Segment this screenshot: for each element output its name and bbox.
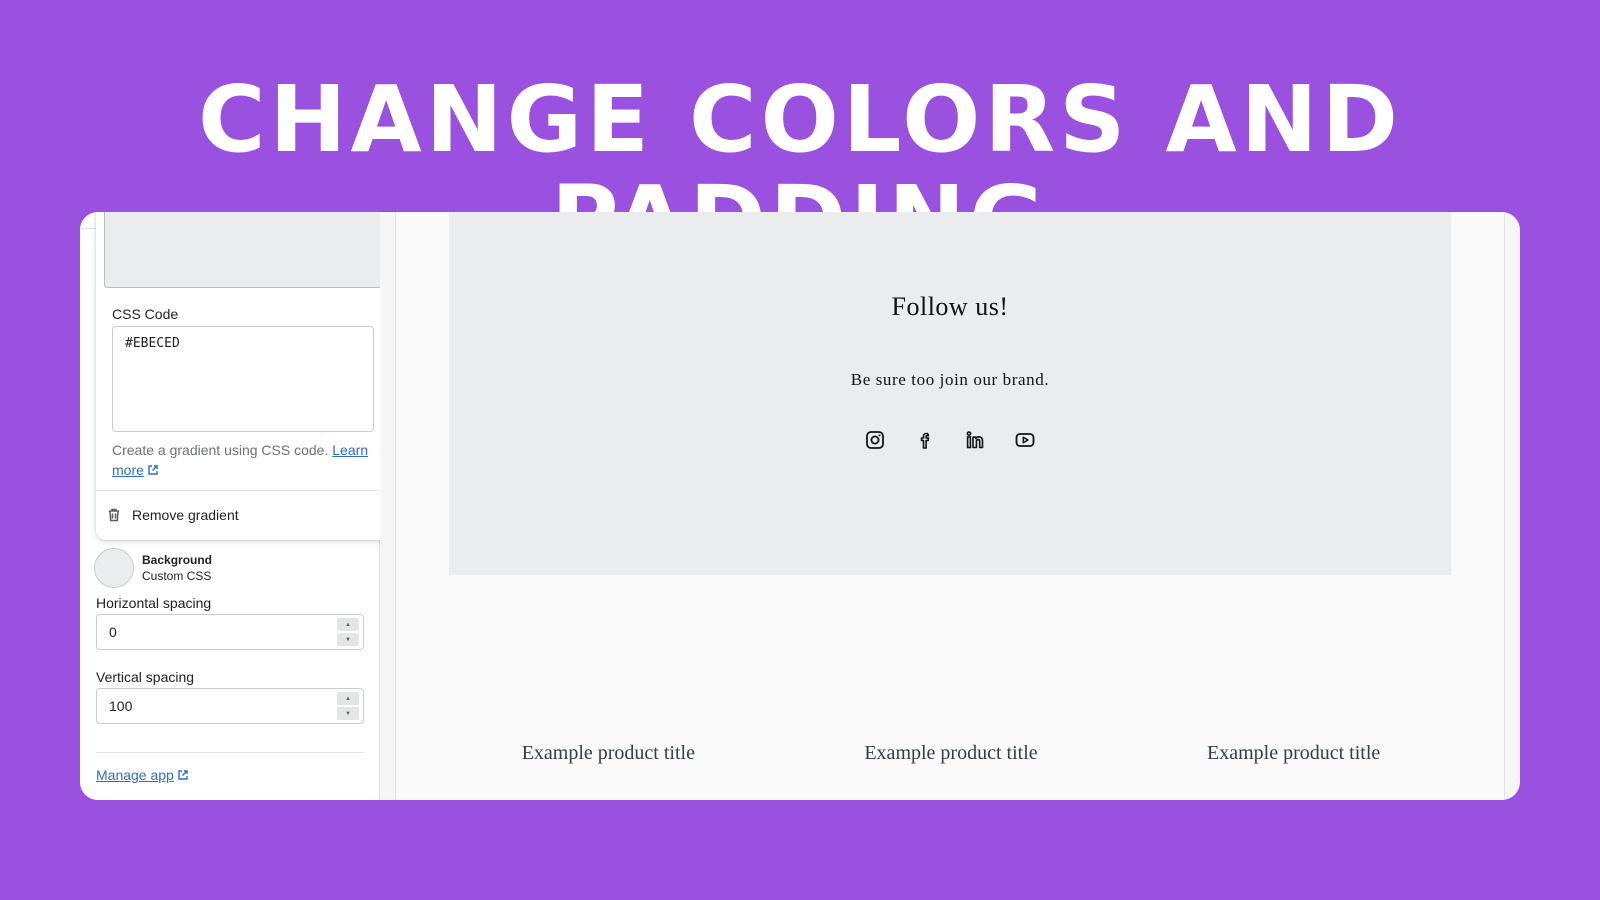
divider: [1504, 212, 1505, 800]
vertical-spacing-label: Vertical spacing: [96, 669, 195, 685]
vertical-spacing-input[interactable]: [97, 698, 317, 714]
decrement-button[interactable]: ▼: [337, 707, 359, 720]
decrement-button[interactable]: ▼: [337, 633, 359, 646]
remove-gradient-button[interactable]: Remove gradient: [106, 498, 239, 532]
app-frame: CSS Code #EBECED Create a gradient using…: [80, 212, 1520, 800]
follow-us-section[interactable]: Follow us! Be sure too join our brand.: [449, 212, 1451, 575]
manage-app-link[interactable]: Manage app: [96, 767, 189, 783]
sidebar-scroll-gutter[interactable]: [380, 212, 396, 800]
help-text: Create a gradient using CSS code.: [112, 442, 329, 458]
horizontal-spacing-field: ▲ ▼: [96, 614, 364, 650]
manage-app-label: Manage app: [96, 767, 174, 783]
product-title[interactable]: Example product title: [1144, 742, 1444, 765]
css-help-text: Create a gradient using CSS code. Learn …: [112, 440, 382, 480]
remove-gradient-label: Remove gradient: [132, 507, 239, 523]
social-icons: [449, 430, 1451, 450]
css-code-input[interactable]: #EBECED: [112, 326, 374, 432]
background-title: Background: [142, 553, 213, 567]
background-color-swatch[interactable]: [94, 548, 134, 588]
background-subtitle: Custom CSS: [142, 569, 212, 583]
horizontal-spacing-label: Horizontal spacing: [96, 595, 212, 611]
increment-button[interactable]: ▲: [337, 618, 359, 631]
background-color-setting[interactable]: Background Custom CSS: [94, 548, 212, 588]
divider: [96, 752, 364, 753]
external-link-icon: [148, 465, 158, 475]
youtube-icon[interactable]: [1015, 430, 1035, 450]
vertical-spacing-field: ▲ ▼: [96, 688, 364, 724]
external-link-icon: [178, 770, 188, 780]
divider: [80, 228, 96, 229]
instagram-icon[interactable]: [865, 430, 885, 450]
gradient-popover: CSS Code #EBECED Create a gradient using…: [96, 212, 390, 540]
css-code-label: CSS Code: [112, 306, 179, 322]
divider: [96, 490, 390, 491]
follow-title: Follow us!: [891, 292, 1009, 321]
product-title[interactable]: Example product title: [801, 742, 1101, 765]
product-grid: Example product title Example product ti…: [397, 742, 1505, 765]
settings-sidebar: CSS Code #EBECED Create a gradient using…: [80, 212, 390, 800]
store-preview: Follow us! Be sure too join our brand. E…: [397, 212, 1505, 800]
facebook-icon[interactable]: [915, 430, 935, 450]
horizontal-spacing-stepper: ▲ ▼: [337, 618, 359, 646]
linkedin-icon[interactable]: [965, 430, 985, 450]
product-title[interactable]: Example product title: [458, 742, 758, 765]
follow-subtitle: Be sure too join our brand.: [850, 370, 1050, 389]
horizontal-spacing-input[interactable]: [97, 624, 317, 640]
trash-icon: [109, 508, 119, 522]
increment-button[interactable]: ▲: [337, 692, 359, 705]
vertical-spacing-stepper: ▲ ▼: [337, 692, 359, 720]
color-preview-swatch[interactable]: [104, 212, 382, 288]
